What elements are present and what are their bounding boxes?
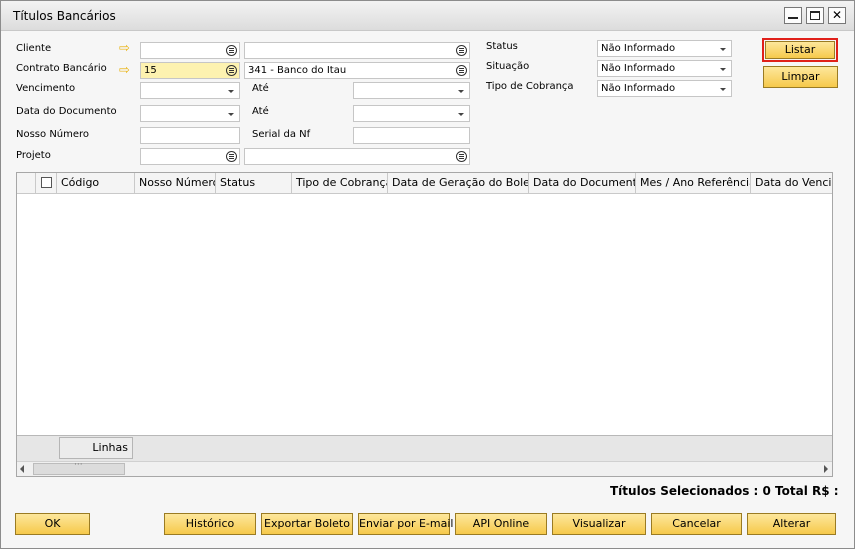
choose-list-icon[interactable] xyxy=(226,45,237,56)
dropdown-arrow-icon[interactable] xyxy=(458,113,464,116)
data-documento-ate-label: Até xyxy=(252,106,269,117)
titulos-grid: Código Nosso Número Status Tipo de Cobra… xyxy=(16,172,833,477)
dropdown-arrow-icon[interactable] xyxy=(720,68,726,71)
api-online-button[interactable]: API Online xyxy=(455,513,547,535)
link-arrow-icon[interactable]: ⇨ xyxy=(119,64,130,77)
nosso-numero-label: Nosso Número xyxy=(16,129,90,140)
contrato-code-field[interactable]: 15 xyxy=(140,62,240,79)
maximize-button[interactable] xyxy=(806,7,824,24)
projeto-label: Projeto xyxy=(16,150,51,161)
scroll-thumb[interactable]: ··· xyxy=(33,460,125,475)
maximize-icon xyxy=(810,11,820,20)
cliente-name-field[interactable] xyxy=(244,42,470,59)
limpar-button[interactable]: Limpar xyxy=(763,66,838,88)
column-header[interactable]: Tipo de Cobrança xyxy=(291,173,387,193)
dropdown-arrow-icon[interactable] xyxy=(458,90,464,93)
tipo-cobranca-label: Tipo de Cobrança xyxy=(486,81,574,92)
situacao-label: Situação xyxy=(486,61,530,72)
status-select[interactable]: Não Informado xyxy=(597,40,732,57)
grid-footer: Linhas xyxy=(17,435,832,461)
projeto-name-field[interactable] xyxy=(244,148,470,165)
serial-nf-label: Serial da Nf xyxy=(252,129,311,140)
select-all-checkbox[interactable] xyxy=(41,177,52,188)
situacao-value: Não Informado xyxy=(601,63,676,74)
dropdown-arrow-icon[interactable] xyxy=(720,48,726,51)
scroll-right-icon[interactable] xyxy=(824,465,828,473)
serial-nf-field[interactable] xyxy=(353,127,470,144)
ok-button[interactable]: OK xyxy=(15,513,90,535)
visualizar-button[interactable]: Visualizar xyxy=(552,513,646,535)
choose-list-icon[interactable] xyxy=(456,151,467,162)
contrato-label: Contrato Bancário xyxy=(16,63,107,74)
column-header[interactable]: Nosso Número xyxy=(134,173,215,193)
projeto-code-field[interactable] xyxy=(140,148,240,165)
dropdown-arrow-icon[interactable] xyxy=(228,90,234,93)
cliente-code-field[interactable] xyxy=(140,42,240,59)
window-title: Títulos Bancários xyxy=(13,9,116,23)
data-documento-from-field[interactable] xyxy=(140,105,240,122)
listar-button[interactable]: Listar xyxy=(765,41,835,59)
data-documento-label: Data do Documento xyxy=(16,106,117,117)
lines-label: Linhas xyxy=(59,437,133,459)
historico-button[interactable]: Histórico xyxy=(164,513,256,535)
tipo-cobranca-select[interactable]: Não Informado xyxy=(597,80,732,97)
scroll-left-icon[interactable] xyxy=(20,465,24,473)
vencimento-from-field[interactable] xyxy=(140,82,240,99)
vencimento-ate-label: Até xyxy=(252,83,269,94)
cancelar-button[interactable]: Cancelar xyxy=(651,513,742,535)
nosso-numero-field[interactable] xyxy=(140,127,240,144)
choose-list-icon[interactable] xyxy=(226,151,237,162)
column-header[interactable]: Data do Documento xyxy=(528,173,635,193)
column-header[interactable]: Data do Vencime xyxy=(750,173,832,193)
selection-summary: Títulos Selecionados : 0 Total R$ : xyxy=(610,484,839,498)
minimize-icon xyxy=(788,17,798,19)
column-header[interactable]: Data de Geração do Boleto xyxy=(387,173,528,193)
choose-list-icon[interactable] xyxy=(226,65,237,76)
title-bar: Títulos Bancários ✕ xyxy=(1,1,854,31)
contrato-name-field[interactable]: 341 - Banco do Itau xyxy=(244,62,470,79)
contrato-code-value: 15 xyxy=(144,65,157,76)
dropdown-arrow-icon[interactable] xyxy=(228,113,234,116)
select-all-cell[interactable] xyxy=(35,173,56,193)
data-documento-to-field[interactable] xyxy=(353,105,470,122)
exportar-boleto-button[interactable]: Exportar Boleto xyxy=(261,513,353,535)
tipo-cobranca-value: Não Informado xyxy=(601,83,676,94)
grid-header: Código Nosso Número Status Tipo de Cobra… xyxy=(17,173,832,194)
horizontal-scrollbar[interactable]: ··· xyxy=(17,460,832,476)
contrato-name-value: 341 - Banco do Itau xyxy=(248,65,347,76)
grip-icon: ··· xyxy=(74,460,83,470)
close-icon: ✕ xyxy=(832,8,843,22)
column-header[interactable]: Código xyxy=(56,173,134,193)
vencimento-to-field[interactable] xyxy=(353,82,470,99)
choose-list-icon[interactable] xyxy=(456,65,467,76)
vencimento-label: Vencimento xyxy=(16,83,76,94)
column-header[interactable]: Status xyxy=(215,173,291,193)
row-header-cell xyxy=(17,173,35,193)
situacao-select[interactable]: Não Informado xyxy=(597,60,732,77)
cliente-label: Cliente xyxy=(16,43,52,54)
link-arrow-icon[interactable]: ⇨ xyxy=(119,42,130,55)
close-button[interactable]: ✕ xyxy=(828,7,846,24)
choose-list-icon[interactable] xyxy=(456,45,467,56)
dropdown-arrow-icon[interactable] xyxy=(720,88,726,91)
column-header[interactable]: Mes / Ano Referência xyxy=(635,173,750,193)
titulos-bancarios-window: Títulos Bancários ✕ Cliente ⇨ Contrato B… xyxy=(0,0,855,549)
alterar-button[interactable]: Alterar xyxy=(747,513,836,535)
status-value: Não Informado xyxy=(601,43,676,54)
enviar-email-button[interactable]: Enviar por E-mail xyxy=(358,513,453,535)
minimize-button[interactable] xyxy=(784,7,802,24)
status-label: Status xyxy=(486,41,518,52)
